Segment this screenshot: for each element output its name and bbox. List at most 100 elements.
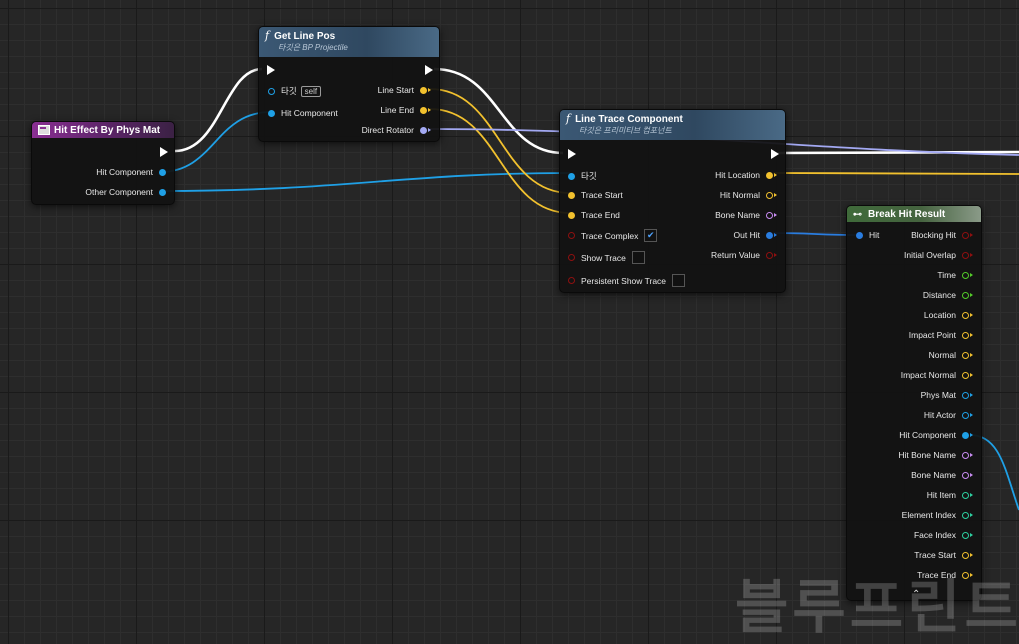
exec-out-pin[interactable] [771, 149, 779, 159]
pin-label: Show Trace [581, 252, 626, 263]
hit-effect-node[interactable]: Hit Effect By Phys Mat Hit Component Oth… [31, 121, 175, 205]
exec-pin-icon [425, 65, 433, 75]
pin-break-output[interactable]: Trace Start [914, 550, 973, 560]
pin-arrow-icon [774, 233, 777, 237]
pin-arrow-icon [970, 313, 973, 317]
integer-pin-icon [962, 491, 969, 499]
object-pin-icon [159, 168, 166, 176]
pin-arrow-icon [970, 553, 973, 557]
pin-break-output[interactable]: Distance [923, 290, 973, 300]
vector-wire-2 [429, 108, 571, 214]
show-trace-checkbox[interactable] [631, 251, 645, 264]
event-icon [38, 125, 50, 135]
vector-pin-icon [962, 371, 969, 379]
object-pin-icon [268, 87, 275, 95]
pin-hit-location[interactable]: Hit Location [715, 170, 777, 180]
pin-break-output[interactable]: Hit Actor [924, 410, 973, 420]
pin-break-output[interactable]: Impact Point [909, 330, 973, 340]
boolean-pin-icon [766, 251, 773, 259]
pin-label: Trace Complex [581, 230, 639, 241]
float-pin-icon [962, 271, 969, 279]
line-trace-node[interactable]: f Line Trace Component 타깃은 프리미티브 컴포넌트 타깃 … [559, 109, 786, 293]
rotator-pin-icon [420, 126, 427, 134]
pin-label: Impact Normal [900, 370, 956, 380]
break-hit-node[interactable]: ⊷ Break Hit Result Hit Blocking Hit Initi… [846, 205, 982, 601]
pin-persistent-show-trace[interactable]: Persistent Show Trace [568, 274, 686, 287]
function-icon: f [566, 112, 571, 125]
pin-bone-name[interactable]: Bone Name [715, 210, 777, 220]
exec-wire-3 [776, 150, 1019, 155]
pin-hit-normal[interactable]: Hit Normal [720, 190, 777, 200]
exec-wire-2 [433, 67, 564, 155]
pin-break-output[interactable]: Time [937, 270, 973, 280]
pin-break-output[interactable]: Bone Name [911, 470, 973, 480]
exec-out-pin[interactable] [425, 65, 433, 75]
exec-out-pin[interactable] [160, 147, 168, 157]
pin-hit-component-out[interactable]: Hit Component [96, 167, 166, 177]
pin-label: Persistent Show Trace [581, 275, 667, 286]
pin-return-value[interactable]: Return Value [711, 250, 777, 260]
pin-arrow-icon [970, 293, 973, 297]
break-hit-header[interactable]: ⊷ Break Hit Result [847, 206, 981, 222]
pin-break-output[interactable]: Initial Overlap [904, 250, 973, 260]
pin-break-output[interactable]: Phys Mat [921, 390, 973, 400]
line-trace-subtitle: 타깃은 프리미티브 컴포넌트 [579, 126, 672, 135]
integer-pin-icon [962, 531, 969, 539]
exec-in-pin[interactable] [568, 149, 576, 159]
trace-complex-checkbox[interactable]: ✔ [644, 229, 658, 242]
pin-break-output[interactable]: Normal [929, 350, 973, 360]
get-line-pos-header[interactable]: f Get Line Pos 타깃은 BP Projectile [259, 27, 439, 57]
pin-arrow-icon [774, 193, 777, 197]
object-pin-icon [268, 109, 275, 117]
pin-target[interactable]: 타깃 [568, 170, 597, 182]
target-default-tag: self [300, 85, 322, 97]
float-pin-icon [962, 291, 969, 299]
pin-break-output[interactable]: Impact Normal [901, 370, 973, 380]
pin-break-output[interactable]: Location [924, 310, 973, 320]
pin-hit-in[interactable]: Hit [856, 230, 879, 240]
vector-pin-icon [568, 211, 575, 219]
pin-label: Hit Location [715, 170, 760, 180]
pin-label: Line Start [377, 85, 414, 95]
boolean-pin-icon [568, 277, 575, 284]
pin-direct-rotator[interactable]: Direct Rotator [362, 125, 431, 135]
exec-in-pin[interactable] [267, 65, 275, 75]
pin-arrow-icon [970, 273, 973, 277]
pin-break-output[interactable]: Hit Item [927, 490, 973, 500]
pin-line-start[interactable]: Line Start [378, 85, 431, 95]
exec-pin-icon [771, 149, 779, 159]
pin-arrow-icon [774, 213, 777, 217]
exec-pin-icon [160, 147, 168, 157]
pin-out-hit[interactable]: Out Hit [734, 230, 777, 240]
line-trace-header[interactable]: f Line Trace Component 타깃은 프리미티브 컴포넌트 [560, 110, 785, 140]
pin-trace-complex[interactable]: Trace Complex ✔ [568, 229, 658, 242]
pin-break-output[interactable]: Face Index [914, 530, 973, 540]
hit-effect-header[interactable]: Hit Effect By Phys Mat [32, 122, 174, 138]
pin-break-output[interactable]: Element Index [902, 510, 973, 520]
pin-label: Line End [380, 105, 414, 115]
pin-trace-end[interactable]: Trace End [568, 210, 620, 220]
pin-break-output[interactable]: Hit Bone Name [898, 450, 973, 460]
pin-label: Time [937, 270, 956, 280]
pin-label: Bone Name [911, 470, 956, 480]
pin-arrow-icon [970, 453, 973, 457]
object-wire-2 [159, 172, 571, 192]
persistent-show-trace-checkbox[interactable] [672, 274, 686, 287]
pin-label: Return Value [711, 250, 760, 260]
pin-hit-component-in[interactable]: Hit Component [268, 108, 338, 118]
pin-break-output[interactable]: Blocking Hit [911, 230, 973, 240]
name-pin-icon [766, 211, 773, 219]
pin-label: Impact Point [908, 330, 956, 340]
pin-show-trace[interactable]: Show Trace [568, 251, 645, 264]
pin-break-output[interactable]: Hit Component [899, 430, 973, 440]
pin-label: Hit Component [281, 108, 338, 118]
pin-other-component-out[interactable]: Other Component [85, 187, 166, 197]
pin-target[interactable]: 타깃 self [268, 85, 322, 97]
vector-pin-icon [568, 191, 575, 199]
pin-trace-start[interactable]: Trace Start [568, 190, 623, 200]
get-line-pos-node[interactable]: f Get Line Pos 타깃은 BP Projectile 타깃 self … [258, 26, 440, 142]
name-pin-icon [962, 471, 969, 479]
pin-label: Hit Actor [923, 410, 956, 420]
pin-line-end[interactable]: Line End [380, 105, 431, 115]
boolean-pin-icon [568, 232, 575, 239]
